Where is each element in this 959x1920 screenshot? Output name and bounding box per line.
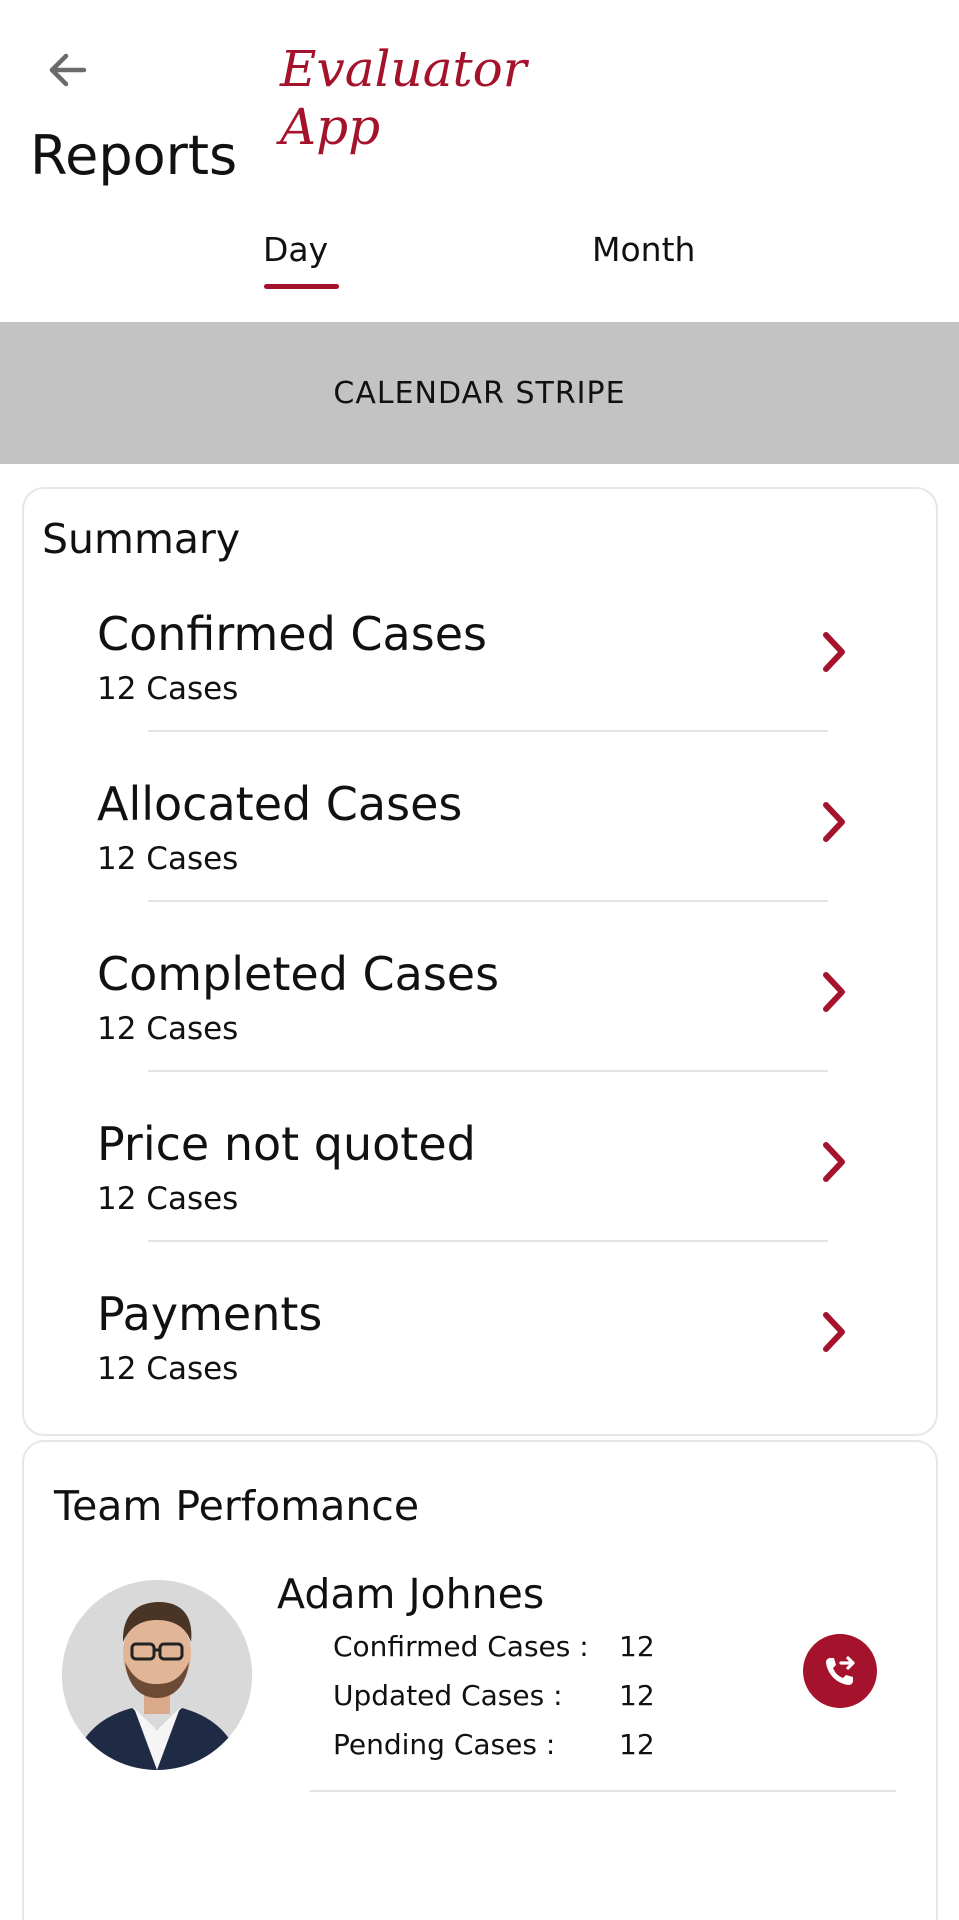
back-button[interactable] [40, 42, 96, 98]
summary-item-label: Price not quoted [97, 1117, 476, 1171]
chevron-right-icon [823, 972, 845, 1012]
summary-item-payments[interactable]: Payments 12 Cases [24, 1287, 936, 1457]
divider [148, 1240, 828, 1242]
summary-item-count: 12 Cases [97, 841, 239, 877]
stat-row-pending: Pending Cases : 12 [333, 1728, 655, 1761]
chevron-right-icon [823, 632, 845, 672]
summary-item-label: Completed Cases [97, 947, 500, 1001]
chevron-right-icon [823, 1312, 845, 1352]
page-title: Reports [30, 124, 238, 187]
stat-value: 12 [619, 1630, 655, 1663]
summary-item-completed-cases[interactable]: Completed Cases 12 Cases [24, 947, 936, 1117]
stat-row-updated: Updated Cases : 12 [333, 1679, 655, 1712]
summary-item-label: Payments [97, 1287, 323, 1341]
arrow-left-icon [49, 53, 87, 87]
divider [148, 900, 828, 902]
divider [148, 730, 828, 732]
stat-value: 12 [619, 1679, 655, 1712]
avatar [62, 1580, 252, 1770]
app-title: Evaluator App [280, 40, 527, 156]
summary-item-price-not-quoted[interactable]: Price not quoted 12 Cases [24, 1117, 936, 1287]
summary-item-count: 12 Cases [97, 1181, 239, 1217]
stat-label: Confirmed Cases : [333, 1630, 589, 1663]
tab-active-indicator [264, 284, 339, 289]
chevron-right-icon [823, 1142, 845, 1182]
summary-item-confirmed-cases[interactable]: Confirmed Cases 12 Cases [24, 607, 936, 777]
chevron-right-icon [823, 802, 845, 842]
stat-value: 12 [619, 1728, 655, 1761]
stat-row-confirmed: Confirmed Cases : 12 [333, 1630, 655, 1663]
member-name: Adam Johnes [277, 1570, 545, 1618]
summary-card: Summary Confirmed Cases 12 Cases Allocat… [22, 487, 938, 1436]
stat-label: Pending Cases : [333, 1728, 556, 1761]
call-forward-button[interactable] [803, 1634, 877, 1708]
summary-item-count: 12 Cases [97, 671, 239, 707]
summary-item-allocated-cases[interactable]: Allocated Cases 12 Cases [24, 777, 936, 947]
reports-screen: Evaluator App Reports Day Month CALENDAR… [0, 0, 959, 1920]
summary-item-label: Allocated Cases [97, 777, 463, 831]
summary-item-count: 12 Cases [97, 1011, 239, 1047]
summary-item-label: Confirmed Cases [97, 607, 487, 661]
phone-forward-icon [826, 1656, 855, 1685]
summary-title: Summary [42, 515, 241, 563]
divider [148, 1070, 828, 1072]
divider [310, 1790, 896, 1792]
team-performance-card: Team Perfomance Adam Johnes Confirmed Ca… [22, 1440, 938, 1920]
summary-item-count: 12 Cases [97, 1351, 239, 1387]
tab-day[interactable]: Day [263, 230, 328, 269]
calendar-stripe[interactable]: CALENDAR STRIPE [0, 322, 959, 464]
tab-month[interactable]: Month [592, 230, 695, 269]
team-performance-title: Team Perfomance [54, 1482, 420, 1530]
stat-label: Updated Cases : [333, 1679, 563, 1712]
user-photo-icon [62, 1580, 252, 1770]
